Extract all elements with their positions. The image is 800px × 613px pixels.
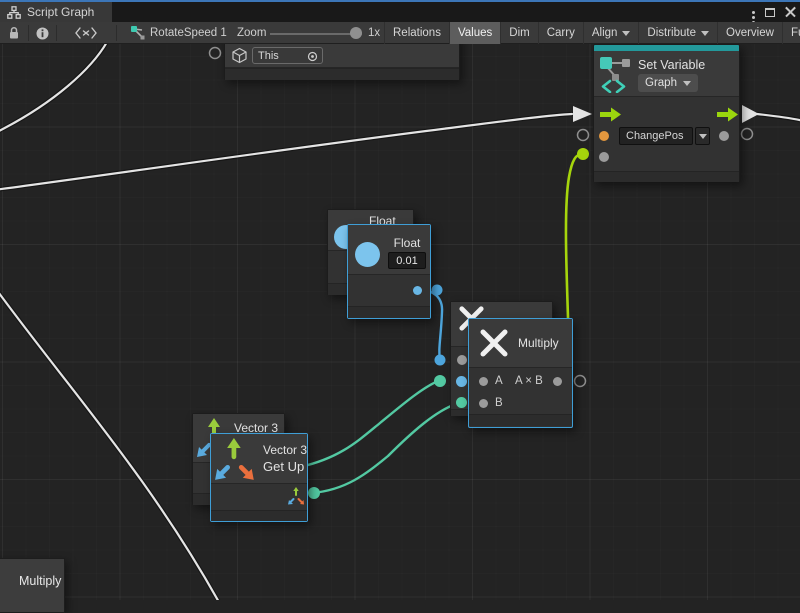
multiply-port-b[interactable]: [479, 399, 488, 408]
getup-output-dot: [308, 487, 320, 499]
float-wire-end-dot: [435, 355, 446, 366]
set-variable-footer: [594, 171, 739, 182]
zoom-value: 1x: [368, 22, 380, 44]
dropdown-distribute[interactable]: Distribute: [638, 22, 717, 44]
vector3-output-port-icon[interactable]: [286, 486, 306, 506]
float-value: 0.01: [396, 255, 417, 267]
this-object-field[interactable]: This: [252, 47, 323, 64]
multiply-port-b-label: B: [495, 397, 503, 409]
multiply-output-bubble: [575, 376, 586, 387]
zoom-slider-track[interactable]: [270, 33, 362, 35]
set-variable-output-port[interactable]: [719, 131, 729, 141]
set-variable-value-port[interactable]: [599, 152, 609, 162]
multiply-back-port-a[interactable]: [456, 376, 467, 387]
toolbar-toggles: Relations Values Dim Carry Align Distrib…: [384, 22, 800, 44]
chevron-down-icon: [701, 31, 709, 36]
this-field-value: This: [258, 50, 279, 62]
multiply-title: Multiply: [518, 336, 559, 350]
vector3-footer: [211, 510, 307, 521]
zoom-slider-handle[interactable]: [350, 27, 362, 39]
setvariable-input-bubble: [578, 130, 589, 141]
graph-name-label: RotateSpeed 1: [150, 22, 227, 44]
node-float[interactable]: Float 0.01: [347, 224, 431, 319]
dropdown-align[interactable]: Align: [583, 22, 639, 44]
variable-name-field[interactable]: ChangePos: [619, 127, 693, 145]
script-graph-icon: [128, 22, 148, 44]
float-title: Float: [388, 236, 426, 250]
wire-getup-to-multiply: [312, 404, 456, 493]
multiply-corner-title: Multiply: [19, 574, 61, 588]
flow-arrowhead-out-of-setvariable: [742, 105, 759, 123]
flow-arrowhead-into-setvariable: [573, 106, 592, 122]
window-menu-icon[interactable]: [752, 16, 755, 19]
toggle-values[interactable]: Values: [449, 22, 500, 44]
variable-scope-dropdown[interactable]: Graph: [638, 74, 698, 92]
cross-icon: [479, 328, 509, 358]
chevron-down-icon: [699, 134, 707, 139]
node-multiply-corner[interactable]: Multiply: [0, 558, 65, 613]
multiply-footer: [469, 414, 572, 426]
float-output-port[interactable]: [413, 286, 422, 295]
vector3-wire-end-dot: [434, 375, 446, 387]
flow-in-port[interactable]: [599, 107, 622, 122]
this-node-footer: [225, 68, 459, 80]
edit-source-button[interactable]: [56, 22, 116, 44]
info-button[interactable]: [28, 22, 56, 44]
toggle-carry[interactable]: Carry: [538, 22, 583, 44]
tab-label: Script Graph: [27, 5, 94, 19]
float-wire-dot: [432, 285, 443, 296]
node-vector3-get-up[interactable]: Vector 3 Get Up: [210, 433, 308, 522]
variable-name-dropdown-button[interactable]: [695, 127, 710, 145]
toggle-dim[interactable]: Dim: [500, 22, 537, 44]
setvariable-output-bubble: [742, 129, 753, 140]
toggle-full-screen[interactable]: Full Screen: [782, 22, 800, 44]
multiply-port-a-label: A: [495, 375, 503, 387]
chevron-down-icon: [622, 31, 630, 36]
multiply-output-label: A × B: [515, 375, 543, 387]
cube-icon: [231, 47, 248, 64]
scope-label: Graph: [645, 77, 677, 89]
info-circle-icon: [36, 27, 49, 40]
this-node-port-bubble: [210, 48, 221, 59]
multiply-port-a[interactable]: [479, 377, 488, 386]
lock-button[interactable]: [0, 22, 28, 44]
multiply-back-port[interactable]: [457, 355, 467, 365]
angle-brackets-x-icon: [75, 27, 97, 39]
result-wire-end-dot: [577, 148, 589, 160]
wire-vector3-back-to-multiply: [300, 381, 438, 467]
close-icon[interactable]: [785, 7, 796, 18]
padlock-icon: [8, 26, 20, 40]
graph-hierarchy-icon: [7, 6, 21, 19]
three-arrows-icon: [213, 437, 259, 483]
multiply-back-port-b[interactable]: [456, 397, 467, 408]
variable-name-value: ChangePos: [626, 130, 684, 142]
float-value-input[interactable]: 0.01: [388, 252, 426, 269]
chevron-down-icon: [683, 81, 691, 86]
toggle-overview[interactable]: Overview: [717, 22, 782, 44]
node-set-variable[interactable]: Set Variable Graph ChangePos: [593, 44, 740, 182]
set-variable-title: Set Variable: [638, 58, 705, 72]
tab-bar: Script Graph: [0, 2, 800, 22]
maximize-icon[interactable]: [765, 8, 775, 17]
toggle-relations[interactable]: Relations: [384, 22, 449, 44]
flow-out-port[interactable]: [716, 107, 739, 122]
vector3-subtitle: Get Up: [263, 459, 304, 474]
tab-script-graph[interactable]: Script Graph: [0, 2, 112, 22]
float-icon: [355, 242, 380, 267]
target-icon[interactable]: [307, 51, 318, 62]
node-multiply[interactable]: Multiply A A × B B: [468, 318, 573, 428]
multiply-output-port[interactable]: [553, 377, 562, 386]
variable-name-port[interactable]: [599, 131, 609, 141]
zoom-label: Zoom: [237, 22, 266, 44]
float-footer: [348, 306, 430, 318]
graph-toolbar: RotateSpeed 1 Zoom 1x Relations Values D…: [0, 22, 800, 44]
graph-variable-icon: [598, 55, 634, 93]
vector3-title: Vector 3: [263, 443, 307, 457]
